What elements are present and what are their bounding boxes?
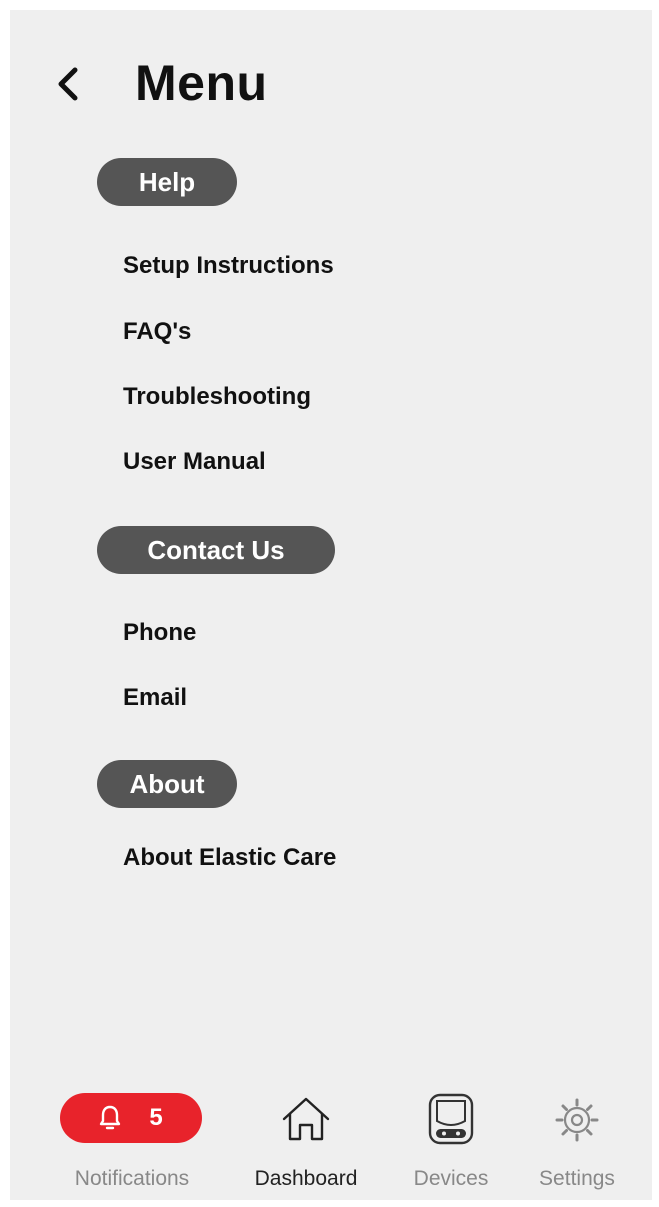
section-pill-help: Help <box>97 158 237 206</box>
home-icon <box>282 1097 330 1141</box>
menu-item-setup-instructions[interactable]: Setup Instructions <box>123 252 334 280</box>
menu-item-faqs[interactable]: FAQ's <box>123 318 191 346</box>
nav-label-devices[interactable]: Devices <box>414 1167 489 1191</box>
device-icon <box>428 1093 474 1145</box>
nav-label-settings[interactable]: Settings <box>539 1167 615 1191</box>
nav-devices-button[interactable] <box>423 1089 479 1149</box>
notifications-button[interactable]: 5 <box>60 1093 202 1143</box>
menu-item-user-manual[interactable]: User Manual <box>123 448 266 476</box>
chevron-left-icon <box>58 67 78 101</box>
section-pill-contact: Contact Us <box>97 526 335 574</box>
menu-screen: Menu Help Setup Instructions FAQ's Troub… <box>10 10 652 1200</box>
notification-count: 5 <box>149 1104 163 1131</box>
menu-item-about-elastic-care[interactable]: About Elastic Care <box>123 844 336 872</box>
menu-item-email[interactable]: Email <box>123 684 187 712</box>
back-button[interactable] <box>48 64 88 104</box>
menu-item-troubleshooting[interactable]: Troubleshooting <box>123 383 311 411</box>
header: Menu <box>10 50 652 120</box>
page-title: Menu <box>135 55 268 111</box>
gear-icon <box>555 1098 599 1142</box>
section-pill-about: About <box>97 760 237 808</box>
nav-settings-button[interactable] <box>550 1093 604 1147</box>
bell-icon <box>100 1105 121 1130</box>
bottom-nav: 5 Notifications Dashboard Devices Settin… <box>10 1085 652 1195</box>
nav-label-dashboard[interactable]: Dashboard <box>255 1167 358 1191</box>
nav-dashboard-button[interactable] <box>278 1091 334 1147</box>
menu-item-phone[interactable]: Phone <box>123 619 196 647</box>
nav-label-notifications[interactable]: Notifications <box>75 1167 189 1191</box>
